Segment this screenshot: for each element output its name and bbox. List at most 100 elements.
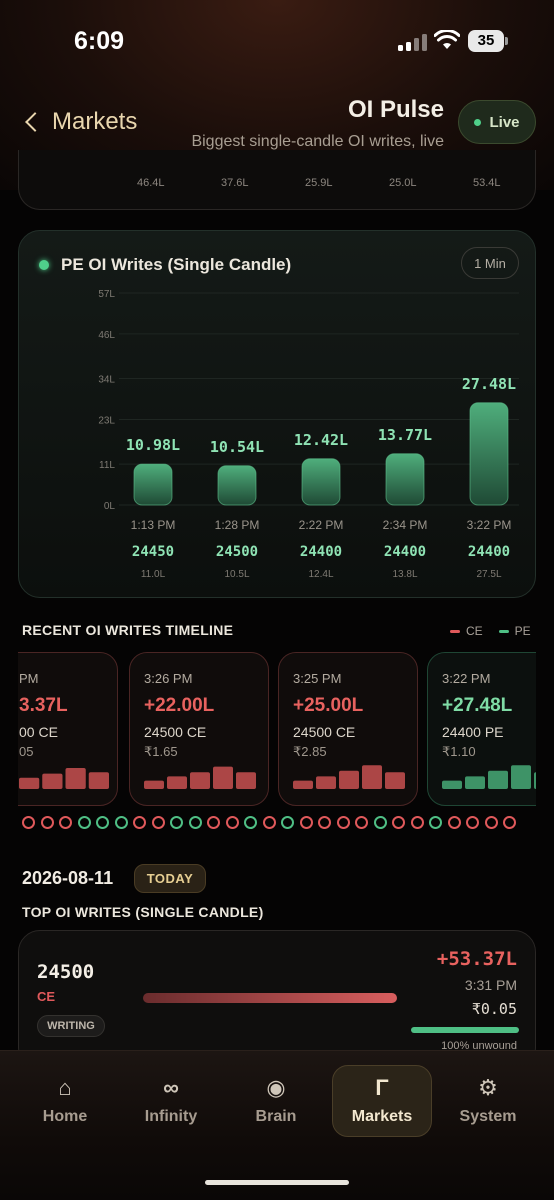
nav-item-system[interactable]: ⚙ System — [438, 1065, 538, 1137]
gear-icon: ⚙ — [478, 1075, 498, 1100]
timeline-dot[interactable] — [429, 816, 442, 829]
back-button[interactable]: Markets — [22, 108, 137, 136]
top-write-type: CE — [37, 989, 56, 1004]
nav-item-infinity[interactable]: ∞ Infinity — [121, 1065, 221, 1137]
timeline-dot[interactable] — [114, 816, 128, 829]
timeline-dot[interactable] — [77, 816, 91, 829]
timeline-card[interactable]: 3:22 PM +27.48L 24400 PE ₹1.10 — [427, 652, 536, 806]
spark-bar — [144, 780, 164, 789]
short-value-label: 12.4L — [308, 569, 333, 580]
timeline-dot[interactable] — [151, 816, 165, 829]
timeline-dot[interactable] — [447, 816, 461, 829]
chart-bar — [133, 463, 173, 506]
timeline-dot[interactable] — [373, 816, 387, 829]
timeline-dot[interactable] — [22, 816, 35, 829]
timeline-dot[interactable] — [40, 816, 54, 829]
top-write-strike: 24500 — [37, 961, 95, 983]
timeline-dot[interactable] — [336, 816, 350, 829]
battery-icon: 35 — [468, 30, 508, 52]
spark-bar — [339, 770, 359, 789]
timeline-card-time: 3:22 PM — [442, 671, 491, 686]
x-category-label: 1:28 PM — [215, 518, 260, 532]
nav-item-label: Home — [42, 1108, 88, 1125]
timeline-dot[interactable] — [466, 816, 479, 829]
battery-level: 35 — [468, 30, 504, 52]
bar-value-label: 10.54L — [210, 438, 264, 456]
infinity-icon: ∞ — [163, 1075, 179, 1100]
timeline-track[interactable]: PM 3.37L 00 CE 05 3:26 PM +22.00L 24500 … — [18, 650, 536, 810]
timeline-dot[interactable] — [170, 816, 183, 829]
timeline-dot[interactable] — [392, 816, 405, 829]
bottom-navigation: ⌂ Home ∞ Infinity ◉ Brain Γ Markets ⚙ Sy… — [0, 1050, 554, 1200]
timeline-card-strike: 24500 CE — [293, 724, 356, 740]
nav-item-markets[interactable]: Γ Markets — [332, 1065, 432, 1137]
spark-bar — [190, 772, 210, 789]
spark-bar — [385, 772, 405, 789]
y-tick-label: 57L — [98, 289, 115, 300]
timeline-dot[interactable] — [281, 816, 294, 829]
timeline-card[interactable]: PM 3.37L 00 CE 05 — [18, 652, 118, 806]
timeline-card-time: PM — [19, 671, 39, 686]
timeline-card-value: 3.37L — [19, 695, 68, 716]
timeline-dot[interactable] — [207, 816, 220, 829]
top-write-value: +53.37L — [436, 948, 517, 970]
timeline-dot[interactable] — [484, 816, 498, 829]
timeline-card-strike: 24400 PE — [442, 724, 504, 740]
timeline-card-price: ₹1.10 — [442, 744, 476, 759]
timeline-dot[interactable] — [96, 816, 109, 829]
live-status-button[interactable]: Live — [458, 100, 536, 144]
spark-bar — [19, 777, 40, 789]
y-tick-label: 0L — [104, 501, 116, 512]
nav-item-label: Infinity — [144, 1108, 198, 1125]
prev-value: 37.6L — [221, 177, 249, 189]
timeline-scrubber[interactable] — [18, 815, 536, 831]
timeline-dot[interactable] — [188, 816, 202, 829]
top-write-card[interactable]: 24500 CE WRITING +53.37L 3:31 PM ₹0.05 1… — [18, 930, 536, 1070]
timeline-card[interactable]: 3:25 PM +25.00L 24500 CE ₹2.85 — [278, 652, 418, 806]
timeline-card-value: +25.00L — [293, 695, 364, 716]
markets-icon: Γ — [375, 1075, 389, 1100]
timeline-card-value: +22.00L — [144, 695, 215, 716]
spark-bar — [65, 768, 86, 789]
timeline-dot[interactable] — [225, 816, 239, 829]
live-dot-icon — [474, 118, 482, 126]
timeline-dot[interactable] — [262, 816, 276, 829]
timeline-card-strike: 24500 CE — [144, 724, 207, 740]
timeline-card-sparkbars — [144, 766, 256, 789]
timeline-card-value: +27.48L — [442, 695, 513, 716]
x-category-label: 2:34 PM — [383, 518, 428, 532]
x-category-label: 1:13 PM — [131, 518, 176, 532]
writing-badge: WRITING — [37, 1015, 105, 1037]
interval-selector[interactable]: 1 Min — [461, 247, 519, 279]
timeline-dot[interactable] — [59, 816, 72, 829]
status-time: 6:09 — [74, 27, 125, 55]
timeline-dot[interactable] — [410, 816, 424, 829]
top-write-magnitude-bar — [143, 993, 397, 1003]
nav-item-label: System — [459, 1108, 517, 1125]
nav-item-brain[interactable]: ◉ Brain — [226, 1065, 326, 1137]
prev-value: 25.9L — [305, 177, 333, 189]
timeline-card-price: 05 — [19, 744, 34, 759]
timeline-card-sparkbars — [442, 765, 536, 789]
live-label: Live — [489, 113, 520, 131]
pe-legend-swatch — [498, 629, 509, 633]
ce-legend-label: CE — [466, 624, 483, 638]
timeline-dot[interactable] — [355, 816, 368, 829]
timeline-dot[interactable] — [133, 816, 146, 829]
y-tick-label: 34L — [98, 375, 115, 386]
timeline-dot[interactable] — [503, 816, 516, 829]
timeline-dot[interactable] — [244, 816, 257, 829]
timeline-legend: CE PE — [450, 624, 531, 638]
spark-bar — [42, 773, 63, 789]
pe-oi-writes-card: 57L 46L 34L 23L 11L 0L 10.98L 1:13 PM 24450 11.0L… — [18, 230, 536, 598]
strike-label: 24500 — [216, 544, 258, 560]
brain-icon: ◉ — [266, 1075, 286, 1100]
timeline-dot[interactable] — [299, 816, 313, 829]
pe-card-title: PE OI Writes (Single Candle) — [39, 255, 291, 275]
timeline-card[interactable]: 3:26 PM +22.00L 24500 CE ₹1.65 — [129, 652, 269, 806]
nav-item-home[interactable]: ⌂ Home — [15, 1065, 115, 1137]
timeline-card-time: 3:25 PM — [293, 671, 342, 686]
spark-bar — [362, 765, 382, 789]
timeline-card-strike: 00 CE — [19, 724, 58, 740]
timeline-dot[interactable] — [318, 816, 331, 829]
